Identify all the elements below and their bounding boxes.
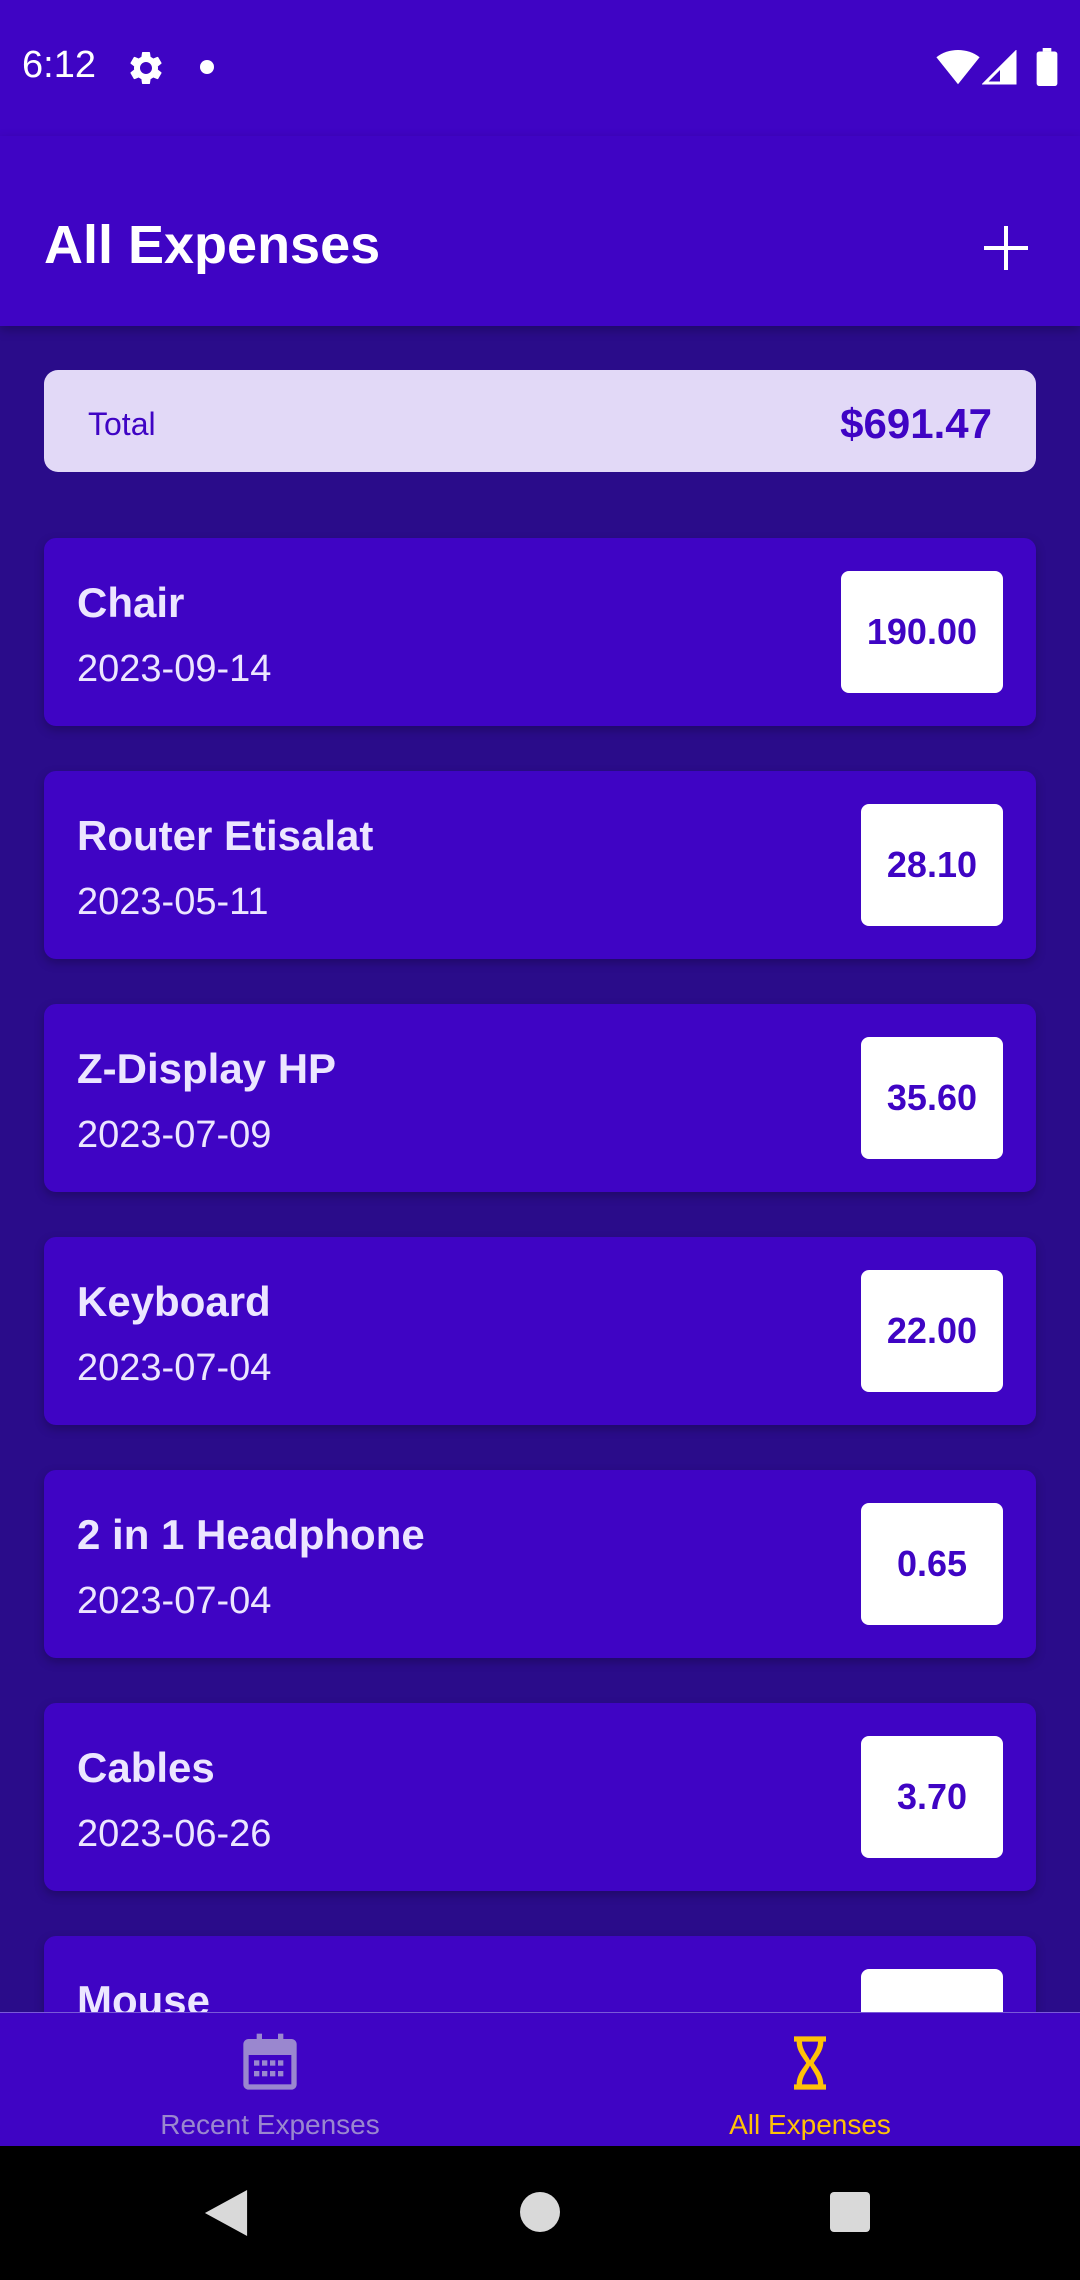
total-label: Total [88,406,156,442]
recents-icon[interactable] [830,2192,870,2232]
expense-date: 2023-09-14 [77,648,272,690]
tab-label: All Expenses [729,2109,891,2140]
expense-date: 2023-07-04 [77,1347,272,1389]
expense-date: 2023-05-11 [77,881,269,923]
expense-item[interactable]: Mouse [44,1936,1036,2012]
add-expense-button[interactable] [978,220,1034,276]
expense-date: 2023-07-04 [77,1580,272,1622]
expense-item[interactable]: Cables 2023-06-26 3.70 [44,1703,1036,1891]
tab-label: Recent Expenses [160,2109,380,2140]
expense-amount: 0.65 [861,1503,1003,1625]
tab-recent-expenses[interactable]: Recent Expenses [0,2013,540,2147]
total-value: $691.47 [840,400,992,447]
status-time: 6:12 [22,44,96,86]
battery-icon [1036,48,1058,86]
expense-item[interactable]: Keyboard 2023-07-04 22.00 [44,1237,1036,1425]
expense-amount: 190.00 [840,571,1003,693]
page-title: All Expenses [44,215,381,275]
expense-item[interactable]: Chair 2023-09-14 190.00 [44,538,1036,726]
expense-amount: 3.70 [861,1736,1003,1858]
notification-dot-icon [200,60,214,74]
gear-icon [130,52,162,84]
home-icon[interactable] [520,2192,560,2232]
expense-item[interactable]: Router Etisalat 2023-05-11 28.10 [44,771,1036,959]
expense-date: 2023-07-09 [77,1114,272,1156]
expense-title: Z-Display HP [77,1045,337,1092]
expense-title: Router Etisalat [77,812,374,859]
app-bar: All Expenses [0,136,1080,326]
expense-title: Keyboard [77,1278,271,1325]
back-icon[interactable] [204,2190,248,2236]
calendar-icon [243,2033,297,2090]
bottom-nav: Recent Expenses All Expenses [0,2012,1080,2147]
expense-amount: 35.60 [860,1037,1003,1159]
wifi-icon [936,50,980,85]
expense-title: Chair [77,579,185,626]
expense-amount [861,1969,1003,2012]
system-nav-bar [0,2146,1080,2280]
tab-all-expenses[interactable]: All Expenses [540,2013,1080,2147]
hourglass-icon [794,2036,826,2090]
total-summary-card: Total $691.47 [44,370,1036,472]
expense-amount: 28.10 [860,804,1003,926]
status-bar: 6:12 [0,0,1080,136]
expense-item[interactable]: 2 in 1 Headphone 2023-07-04 0.65 [44,1470,1036,1658]
expense-title: Cables [77,1744,215,1791]
expense-item[interactable]: Z-Display HP 2023-07-09 35.60 [44,1004,1036,1192]
expense-title: Mouse [77,1977,211,2013]
expense-date: 2023-06-26 [77,1813,272,1855]
signal-icon [982,50,1017,85]
expense-amount: 22.00 [860,1270,1003,1392]
expense-title: 2 in 1 Headphone [77,1511,425,1558]
